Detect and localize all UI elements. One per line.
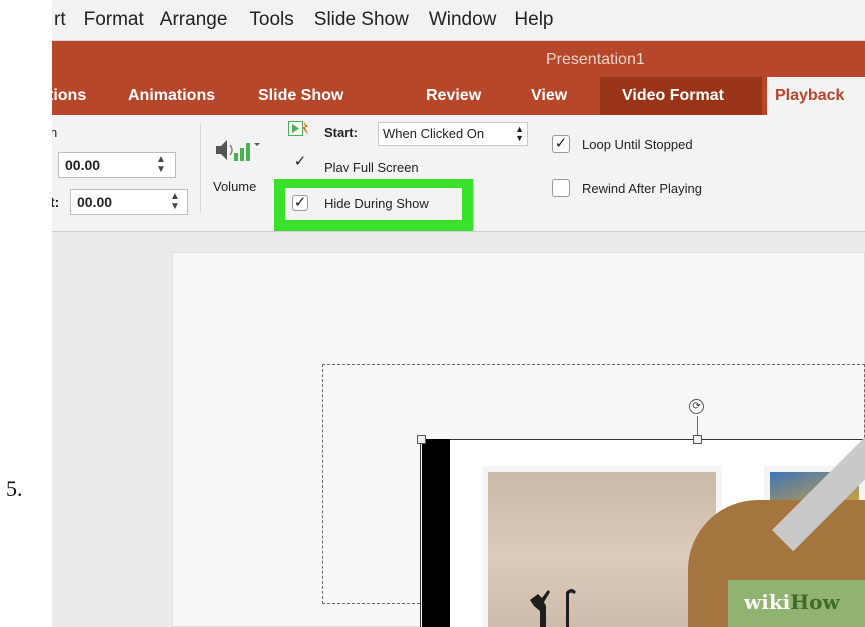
menu-arrange[interactable]: Arrange [160, 9, 228, 31]
fade-duration-label: n [52, 125, 58, 140]
volume-icon[interactable] [214, 135, 262, 167]
fade-in-stepper[interactable]: ▲ ▼ [156, 155, 166, 175]
document-title: Presentation1 [546, 51, 645, 68]
menu-format[interactable]: Format [84, 9, 144, 31]
tab-slide-show[interactable]: Slide Show [258, 87, 343, 105]
loop-until-stopped-checkbox[interactable]: ✓ [552, 135, 570, 153]
menu-help[interactable]: Help [514, 9, 553, 31]
screenshot: rt Format Arrange Tools Slide Show Windo… [52, 0, 865, 627]
ribbon-divider [200, 123, 201, 213]
resize-handle-top-left[interactable] [417, 435, 426, 444]
watermark-text: wikiHow [744, 590, 840, 614]
tab-playback[interactable]: Playback [767, 77, 865, 115]
loop-until-stopped-label: Loop Until Stopped [582, 137, 693, 152]
fade-out-label: t: [52, 194, 60, 210]
menu-tools[interactable]: Tools [249, 9, 293, 31]
volume-label: Volume [213, 179, 257, 194]
video-letterbox [422, 439, 450, 627]
watermark-wiki: wiki [744, 590, 791, 614]
play-icon [288, 120, 310, 138]
resize-handle-top-center[interactable] [693, 435, 702, 444]
menu-bar: rt Format Arrange Tools Slide Show Windo… [52, 0, 865, 41]
play-full-screen-checkbox[interactable]: ✓ [292, 154, 308, 171]
watermark-how: How [790, 590, 840, 614]
hide-during-show-label: Hide During Show [324, 196, 429, 211]
step-number: 5. [6, 476, 23, 501]
start-dropdown[interactable]: When Clicked On ▲ ▼ [378, 122, 528, 146]
rotate-handle-icon[interactable]: ⟳ [689, 399, 704, 414]
tab-video-format-label: Video Format [622, 87, 724, 104]
ribbon-tabs: tions Animations Slide Show Review View … [52, 77, 865, 115]
tab-playback-label: Playback [775, 87, 845, 104]
rewind-after-playing-label: Rewind After Playing [582, 181, 702, 196]
rewind-after-playing-checkbox[interactable] [552, 179, 570, 197]
video-photo-left-content [488, 472, 716, 627]
title-bar: Presentation1 [52, 41, 865, 77]
tab-review[interactable]: Review [426, 87, 481, 105]
tab-view[interactable]: View [531, 87, 567, 105]
start-dropdown-value: When Clicked On [383, 126, 485, 141]
play-full-screen-label: Play Full Screen [324, 160, 419, 172]
menu-slide-show[interactable]: Slide Show [314, 9, 409, 31]
hide-during-show-checkbox[interactable]: ✓ [292, 195, 308, 211]
fade-out-stepper[interactable]: ▲ ▼ [170, 192, 180, 212]
menu-window[interactable]: Window [429, 9, 497, 31]
tab-video-format[interactable]: Video Format [600, 77, 762, 115]
menu-insert[interactable]: rt [54, 9, 66, 31]
tab-transitions[interactable]: tions [52, 87, 86, 105]
tab-animations[interactable]: Animations [128, 87, 215, 105]
chevron-updown-icon: ▲ ▼ [515, 124, 524, 143]
rotate-handle-line [697, 416, 698, 436]
ribbon-playback: n 00.00 ▲ ▼ t: 00.00 ▲ ▼ Volume Start: W… [52, 115, 865, 232]
figurine-icon [524, 580, 584, 627]
wikihow-watermark: wikiHow [728, 580, 865, 627]
start-label: Start: [324, 125, 358, 140]
